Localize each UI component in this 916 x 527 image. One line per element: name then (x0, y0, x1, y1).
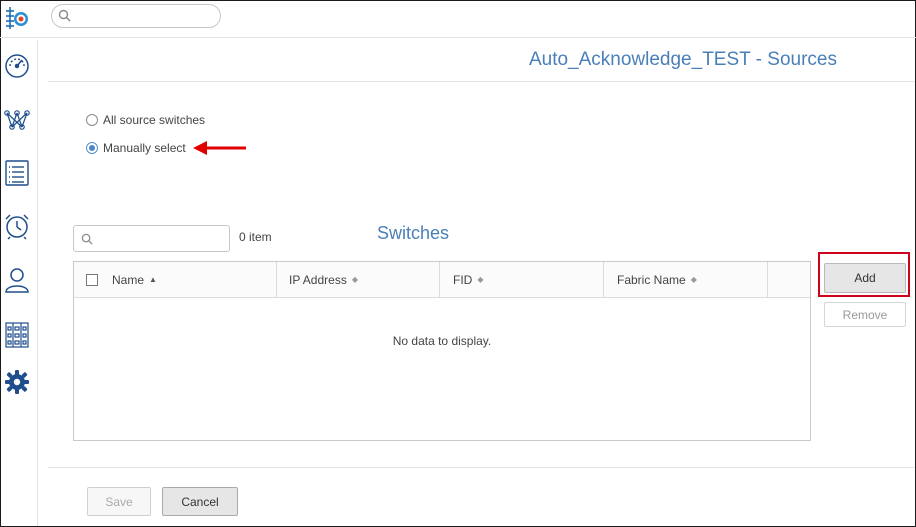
title-divider (48, 81, 914, 82)
radio-label: Manually select (103, 141, 186, 155)
checkbox[interactable] (86, 273, 98, 286)
page-title: Auto_Acknowledge_TEST - Sources (528, 49, 837, 70)
column-divider[interactable] (439, 262, 440, 297)
column-label: FID (453, 272, 473, 287)
column-divider[interactable] (276, 262, 277, 297)
settings-gear-icon[interactable] (3, 368, 31, 396)
topbar-divider (0, 37, 916, 38)
radio-label: All source switches (103, 113, 206, 127)
sidebar-nav (1, 1, 33, 526)
sort-icon: ◆ (690, 274, 697, 284)
select-all-checkbox[interactable] (86, 262, 98, 297)
radio-manually-select[interactable]: Manually select (86, 141, 186, 155)
switches-table: Name ▲ IP Address ◆ FID ◆ Fabric Name ◆ … (73, 261, 811, 441)
item-count: 0 item (239, 230, 272, 244)
column-divider[interactable] (603, 262, 604, 297)
column-label: Name (112, 272, 145, 287)
inventory-grid-icon[interactable] (3, 321, 31, 349)
empty-table-message: No data to display. (392, 334, 492, 348)
search-icon (58, 9, 71, 27)
column-label: IP Address (289, 272, 347, 287)
switches-search-input[interactable] (73, 225, 230, 252)
add-button[interactable]: Add (824, 263, 906, 293)
switches-title: Switches (377, 223, 450, 243)
radio-button[interactable] (86, 114, 98, 126)
radio-button-selected[interactable] (86, 142, 98, 154)
column-header-fid[interactable]: FID ◆ (453, 262, 484, 297)
annotation-arrow-icon (193, 140, 248, 161)
remove-button[interactable]: Remove (824, 302, 906, 327)
user-icon[interactable] (3, 266, 31, 294)
save-button[interactable]: Save (87, 487, 151, 516)
sort-ascending-icon: ▲ (149, 274, 157, 284)
sidebar-divider (37, 40, 38, 526)
column-label: Fabric Name (617, 272, 686, 287)
column-header-ip-address[interactable]: IP Address ◆ (289, 262, 358, 297)
cancel-button[interactable]: Cancel (162, 487, 238, 516)
sort-icon: ◆ (477, 274, 484, 284)
list-report-icon[interactable] (3, 159, 31, 187)
app-logo-icon[interactable] (3, 5, 31, 33)
column-header-fabric-name[interactable]: Fabric Name ◆ (617, 262, 697, 297)
dashboard-gauge-icon[interactable] (3, 52, 31, 80)
alarm-clock-icon[interactable] (3, 212, 31, 240)
footer-divider (48, 467, 914, 468)
table-header: Name ▲ IP Address ◆ FID ◆ Fabric Name ◆ (74, 262, 810, 298)
search-icon (81, 232, 93, 250)
global-search-input[interactable] (51, 4, 221, 28)
column-header-name[interactable]: Name ▲ (112, 262, 157, 297)
column-divider[interactable] (767, 262, 768, 297)
sort-icon: ◆ (351, 274, 358, 284)
radio-all-source-switches[interactable]: All source switches (86, 113, 205, 127)
topology-network-icon[interactable] (3, 107, 31, 135)
